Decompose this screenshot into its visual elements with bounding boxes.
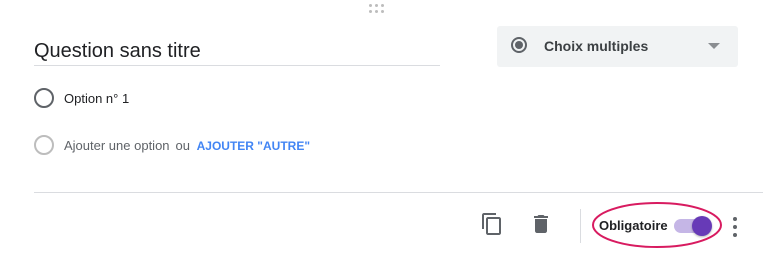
drag-handle-icon[interactable] [369,4,385,14]
add-option-button[interactable]: Ajouter une option [64,138,170,153]
more-vert-icon[interactable] [730,216,740,238]
question-type-dropdown[interactable]: Choix multiples [497,26,738,67]
required-label: Obligatoire [599,218,668,233]
question-title-input[interactable]: Question sans titre [34,38,440,66]
question-type-label: Choix multiples [544,38,649,54]
add-other-button[interactable]: AJOUTER "AUTRE" [197,139,310,153]
caret-down-icon [708,43,720,49]
question-card: Question sans titre Choix multiples Opti… [0,0,763,253]
or-text: ou [175,138,190,153]
toggle-thumb [692,216,712,236]
required-toggle[interactable] [674,215,712,237]
radio-circle-icon [34,88,54,108]
radio-button-icon [511,37,527,53]
footer-separator [580,209,581,243]
option-label[interactable]: Option n° 1 [64,91,129,106]
radio-circle-icon [34,135,54,155]
copy-icon[interactable] [480,212,504,236]
trash-icon[interactable] [529,212,553,236]
footer-divider [34,192,763,193]
